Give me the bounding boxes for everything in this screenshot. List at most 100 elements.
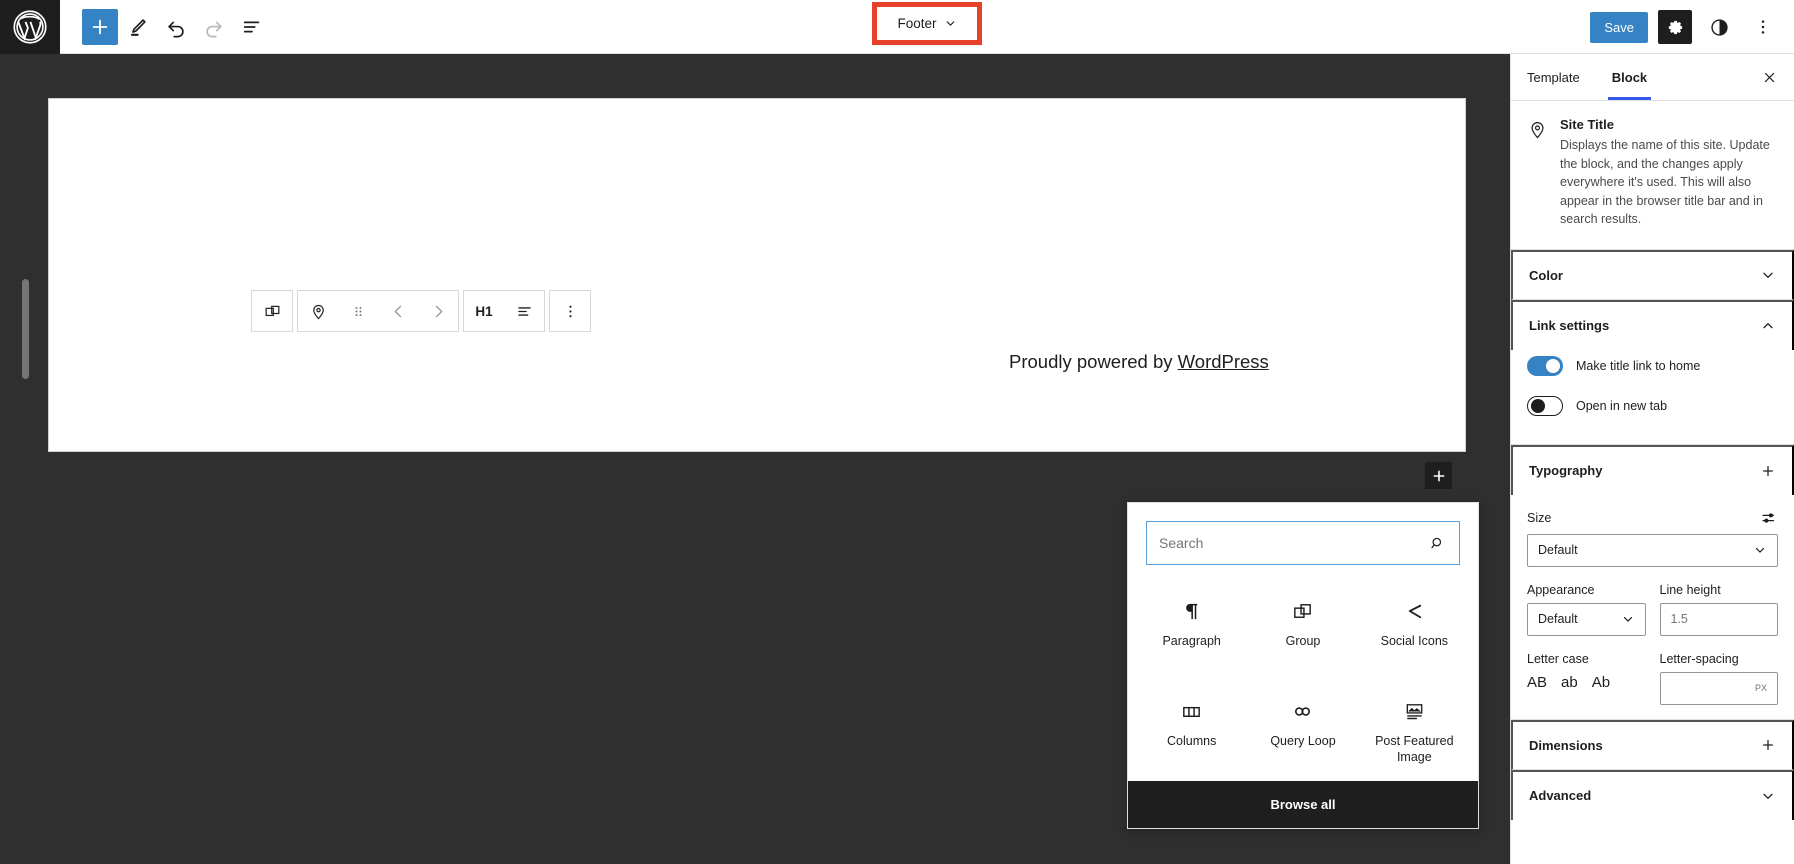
template-canvas[interactable]: WE LOVE TO TRAVEL Proudly powered by Wor… bbox=[48, 98, 1466, 452]
edit-tool[interactable] bbox=[120, 9, 156, 45]
pilcrow-icon bbox=[1180, 595, 1203, 627]
infinity-loop-icon bbox=[1291, 695, 1314, 727]
drag-handle[interactable] bbox=[338, 291, 378, 331]
letter-spacing-input[interactable]: px bbox=[1659, 671, 1778, 705]
lettercase-letterspacing-row: Letter case AB ab Ab Letter-spacing px bbox=[1527, 652, 1778, 705]
wordpress-logo-icon[interactable] bbox=[0, 0, 60, 54]
browse-all-button[interactable]: Browse all bbox=[1128, 781, 1478, 828]
panel-dimensions-title: Dimensions bbox=[1529, 737, 1603, 753]
panel-link-settings-header[interactable]: Link settings bbox=[1511, 299, 1794, 350]
styles-button[interactable] bbox=[1702, 10, 1736, 44]
block-item-query-loop[interactable]: Query Loop bbox=[1247, 687, 1358, 779]
document-title-dropdown[interactable]: Footer bbox=[897, 16, 956, 31]
canvas-resize-handle-left[interactable] bbox=[22, 279, 29, 379]
plus-icon bbox=[1433, 470, 1444, 481]
move-down-button[interactable] bbox=[418, 291, 458, 331]
font-size-label: Size bbox=[1527, 510, 1552, 525]
search-input[interactable] bbox=[1147, 535, 1429, 551]
sliders-icon[interactable] bbox=[1760, 509, 1778, 527]
plus-icon bbox=[1763, 740, 1773, 750]
line-height-field: Line height 1.5 bbox=[1659, 582, 1778, 636]
block-info-card: Site Title Displays the name of this sit… bbox=[1511, 101, 1794, 250]
appearance-select[interactable]: Default bbox=[1527, 602, 1646, 636]
three-dots-vertical-icon bbox=[568, 305, 572, 317]
line-height-label: Line height bbox=[1659, 582, 1721, 597]
chevron-down-icon bbox=[1763, 272, 1773, 278]
save-button[interactable]: Save bbox=[1590, 11, 1648, 43]
block-item-label: Social Icons bbox=[1380, 634, 1449, 648]
more-options-button[interactable] bbox=[1746, 10, 1780, 44]
top-toolbar-right: Save bbox=[1590, 0, 1780, 54]
magnifier-icon bbox=[1429, 535, 1446, 552]
panel-dimensions-header[interactable]: Dimensions bbox=[1511, 719, 1794, 770]
block-toolbar-group-move bbox=[297, 290, 459, 332]
appearance-label: Appearance bbox=[1527, 582, 1595, 597]
chevron-up-icon bbox=[1763, 322, 1773, 328]
letter-case-capitalize-button[interactable]: Ab bbox=[1592, 672, 1610, 693]
toggle-open-in-new-tab[interactable] bbox=[1527, 395, 1563, 416]
letter-case-options: AB ab Ab bbox=[1527, 672, 1646, 693]
block-item-group[interactable]: Group bbox=[1247, 587, 1358, 679]
block-toolbar: H1 bbox=[251, 290, 591, 332]
list-view-button[interactable] bbox=[234, 9, 270, 45]
block-inserter-toggle[interactable] bbox=[82, 8, 118, 45]
letter-spacing-field: Letter-spacing px bbox=[1659, 651, 1778, 705]
letter-case-label: Letter case bbox=[1527, 651, 1589, 666]
panel-typography-body: Size Default Appearance Default Line hei… bbox=[1511, 509, 1794, 719]
heading-level-button[interactable]: H1 bbox=[464, 291, 504, 331]
toggle-row-make-title-link: Make title link to home bbox=[1527, 350, 1778, 390]
parent-block-group-button[interactable] bbox=[252, 291, 292, 331]
letter-spacing-unit: px bbox=[1754, 683, 1767, 693]
powered-by-paragraph[interactable]: Proudly powered by WordPress bbox=[1009, 351, 1269, 373]
toggle-row-open-in-new-tab: Open in new tab bbox=[1527, 390, 1778, 430]
letter-case-uppercase-button[interactable]: AB bbox=[1527, 672, 1547, 693]
search-box[interactable] bbox=[1146, 521, 1460, 565]
redo-button[interactable] bbox=[196, 9, 232, 45]
group-blocks-icon bbox=[1291, 595, 1314, 627]
panel-advanced-header[interactable]: Advanced bbox=[1511, 769, 1794, 820]
settings-gear-button[interactable] bbox=[1658, 10, 1692, 44]
undo-button[interactable] bbox=[158, 9, 194, 45]
panel-typography-title: Typography bbox=[1529, 463, 1603, 478]
tab-block[interactable]: Block bbox=[1596, 54, 1663, 100]
document-title-highlight: Footer bbox=[872, 2, 982, 45]
block-item-paragraph[interactable]: Paragraph bbox=[1136, 587, 1247, 679]
chevron-down-icon bbox=[1763, 793, 1773, 799]
block-type-button[interactable] bbox=[298, 291, 338, 331]
tab-template[interactable]: Template bbox=[1511, 54, 1596, 100]
block-item-post-featured-image[interactable]: Post Featured Image bbox=[1359, 687, 1470, 779]
appearance-field: Appearance Default bbox=[1527, 583, 1646, 636]
block-options-button[interactable] bbox=[550, 291, 590, 331]
toggle-make-title-link-to-home[interactable] bbox=[1527, 355, 1563, 376]
settings-sidebar: Template Block Site Title Displays the n… bbox=[1510, 54, 1794, 864]
drag-dots-icon bbox=[355, 306, 361, 316]
align-text-button[interactable] bbox=[504, 291, 544, 331]
panel-typography-header[interactable]: Typography bbox=[1511, 444, 1794, 495]
close-x-icon bbox=[1764, 72, 1774, 82]
appearance-value: Default bbox=[1538, 612, 1578, 626]
panel-color-title: Color bbox=[1529, 267, 1563, 283]
block-item-label: Post Featured Image bbox=[1375, 734, 1454, 764]
line-height-value: 1.5 bbox=[1670, 612, 1688, 626]
letter-spacing-label: Letter-spacing bbox=[1659, 651, 1739, 666]
block-item-social-icons[interactable]: Social Icons bbox=[1359, 587, 1470, 679]
chevron-down-icon bbox=[946, 21, 954, 26]
wordpress-link[interactable]: WordPress bbox=[1178, 351, 1269, 372]
block-item-label: Paragraph bbox=[1162, 634, 1221, 648]
panel-link-settings-body: Make title link to home Open in new tab bbox=[1511, 350, 1794, 444]
line-height-input[interactable]: 1.5 bbox=[1659, 602, 1778, 636]
block-appender-button[interactable] bbox=[1425, 462, 1452, 489]
move-up-button[interactable] bbox=[378, 291, 418, 331]
block-toolbar-group-options bbox=[549, 290, 591, 332]
panel-color-header[interactable]: Color bbox=[1511, 249, 1794, 300]
block-item-label: Columns bbox=[1167, 734, 1217, 748]
letter-case-lowercase-button[interactable]: ab bbox=[1561, 672, 1578, 693]
document-title-label: Footer bbox=[897, 16, 937, 31]
font-size-select[interactable]: Default bbox=[1527, 533, 1778, 567]
panel-link-settings-title: Link settings bbox=[1529, 318, 1610, 333]
block-item-columns[interactable]: Columns bbox=[1136, 687, 1247, 779]
editor-canvas-area: WE LOVE TO TRAVEL Proudly powered by Wor… bbox=[0, 54, 1510, 864]
block-card-title: Site Title bbox=[1560, 117, 1614, 132]
appearance-lineheight-row: Appearance Default Line height 1.5 bbox=[1527, 583, 1778, 636]
close-sidebar-button[interactable] bbox=[1754, 62, 1784, 92]
